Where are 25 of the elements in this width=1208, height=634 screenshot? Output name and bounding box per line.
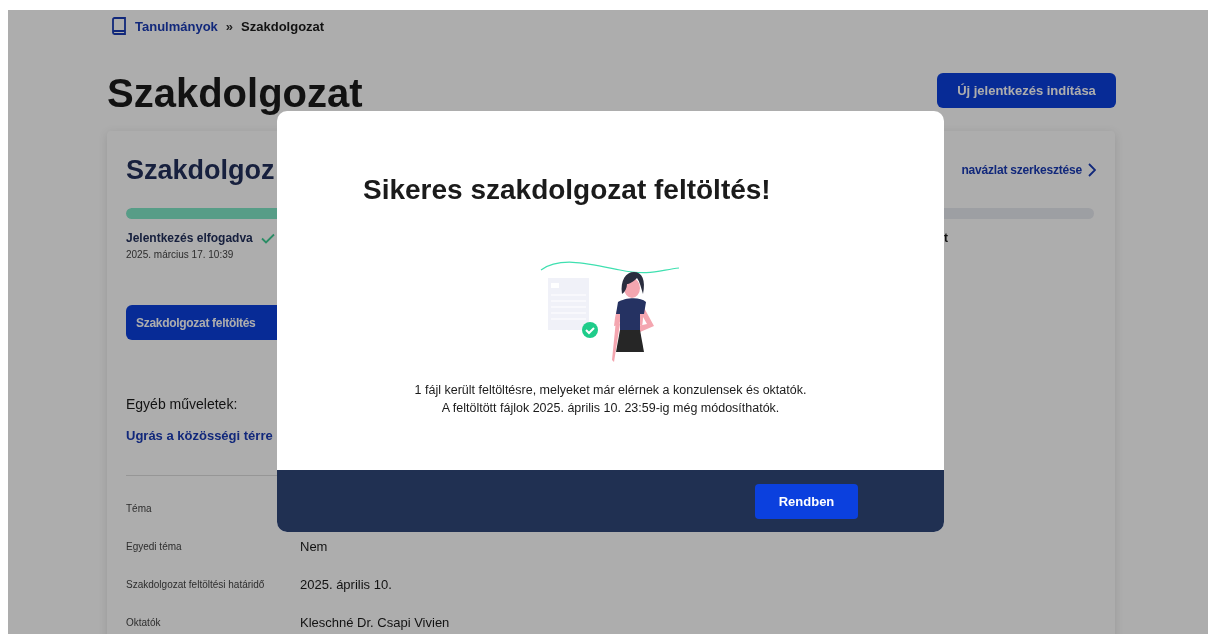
detail-value: Kleschné Dr. Csapi Vivien <box>300 614 450 630</box>
modal-message: 1 fájl került feltöltésre, melyeket már elérnek a konzulensek és oktatók. <box>414 382 807 399</box>
detail-value: 2025. április 10. <box>300 576 392 592</box>
step-date: 2025. március 17. 10:39 <box>126 248 235 262</box>
modal-title: Sikeres szakdolgozat feltöltés! <box>363 173 771 207</box>
step-label: Jelentkezés elfogadva <box>126 230 253 247</box>
detail-label: Szakdolgozat feltöltési határidő <box>126 578 266 590</box>
step-label: t <box>944 230 949 247</box>
ok-button[interactable]: Rendben <box>755 483 858 519</box>
breadcrumb-link[interactable]: Tanulmányok <box>135 18 218 34</box>
edit-link[interactable]: navázlat szerkesztése <box>961 163 1082 177</box>
detail-label: Oktatók <box>126 616 162 628</box>
other-actions-label: Egyéb műveletek: <box>126 395 238 414</box>
detail-value: Nem <box>300 538 328 554</box>
chevron-right-icon <box>1088 163 1096 177</box>
book-icon <box>111 17 127 35</box>
breadcrumb-separator: » <box>225 18 234 34</box>
detail-label: Egyedi téma <box>126 540 183 552</box>
detail-label: Téma <box>126 502 153 514</box>
breadcrumb-current: Szakdolgozat <box>241 18 325 34</box>
modal-message: A feltöltött fájlok 2025. április 10. 23:59-ig még módosíthatók. <box>440 400 781 417</box>
page-title: Szakdolgozat <box>107 73 363 113</box>
community-link[interactable]: Ugrás a közösségi térre <box>126 427 273 443</box>
new-application-button[interactable]: Új jelentkezés indítása <box>937 72 1116 108</box>
card-title: Szakdolgoz <box>126 154 275 186</box>
